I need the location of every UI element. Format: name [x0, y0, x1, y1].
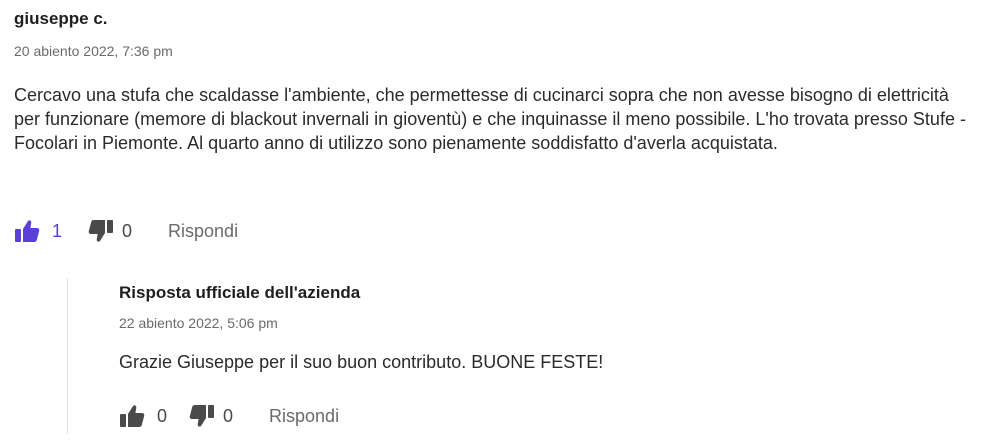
dislike-count: 0 [122, 221, 133, 241]
reply-like-count: 0 [157, 406, 168, 426]
reply-reply-button[interactable]: Rispondi [269, 404, 339, 428]
reply-button[interactable]: Rispondi [168, 219, 238, 243]
thumbs-down-icon [189, 404, 215, 428]
thumbs-up-icon [14, 219, 40, 243]
review-card: giuseppe c. 20 abiento 2022, 7:36 pm Cer… [14, 8, 984, 155]
review-text: Cercavo una stufa che scaldasse l'ambien… [14, 85, 966, 153]
thumbs-down-icon [88, 219, 114, 243]
like-count: 1 [52, 221, 63, 241]
official-reply-content: Risposta ufficiale dell'azienda 22 abien… [119, 282, 939, 427]
dislike-button[interactable]: 0 [88, 219, 132, 243]
review-date: 20 abiento 2022, 7:36 pm [14, 43, 173, 59]
like-button[interactable]: 1 [14, 219, 62, 243]
reply-like-button[interactable]: 0 [119, 404, 167, 428]
reply-dislike-count: 0 [223, 406, 234, 426]
thumbs-up-icon [119, 404, 145, 428]
reply-actions: 0 0 Rispondi [119, 404, 339, 428]
official-reply: Risposta ufficiale dell'azienda 22 abien… [67, 278, 968, 434]
review-author: giuseppe c. [14, 9, 108, 28]
reply-author: Risposta ufficiale dell'azienda [119, 283, 361, 302]
reply-date: 22 abiento 2022, 5:06 pm [119, 315, 278, 331]
review-actions: 1 0 Rispondi [14, 219, 238, 243]
reply-dislike-button[interactable]: 0 [189, 404, 233, 428]
reply-text: Grazie Giuseppe per il suo buon contribu… [119, 352, 604, 372]
